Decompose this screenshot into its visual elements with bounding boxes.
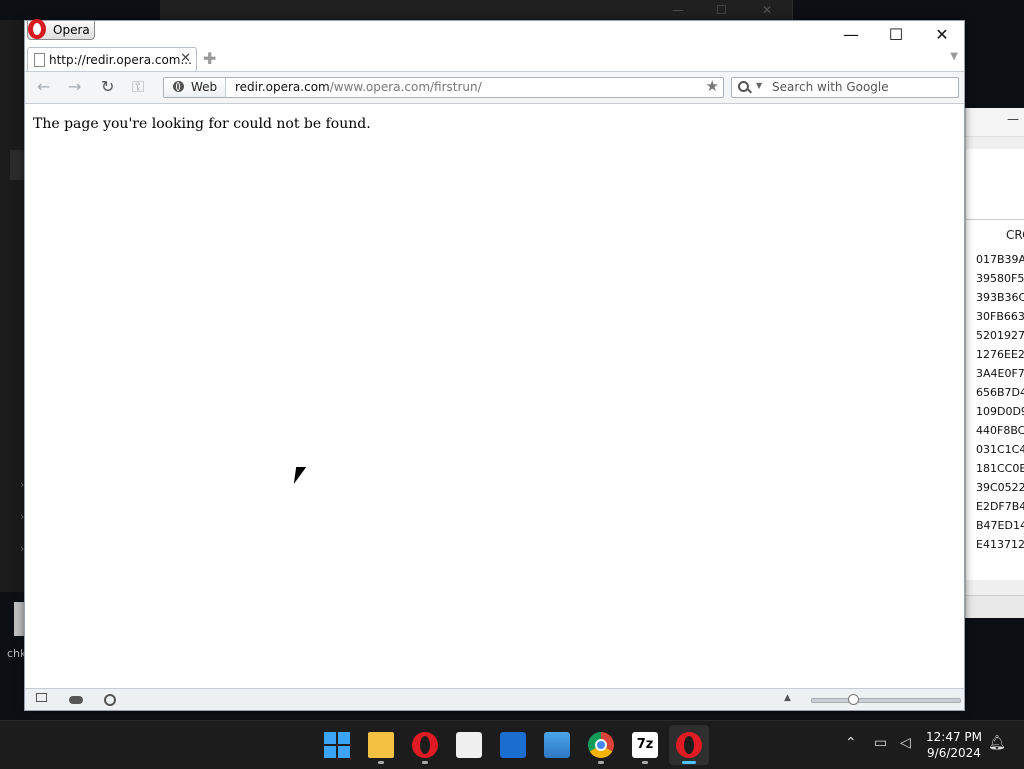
error-message: The page you're looking for could not be…	[33, 116, 371, 132]
browser-titlebar: Opera — ☐ ✕	[25, 19, 964, 47]
network-icon[interactable]: ▭	[874, 735, 887, 751]
crc-row[interactable]: 181CC0E1	[966, 459, 1024, 478]
opera-taskbar-icon[interactable]	[412, 732, 438, 758]
bg-minimize-icon: —	[672, 3, 684, 17]
crc-list: 017B39AA39580F56393B36C030FB66345201927B…	[966, 248, 1024, 580]
key-icon[interactable]: ⚿	[132, 78, 144, 96]
crc-row[interactable]: 3A4E0F7D	[966, 364, 1024, 383]
bg-crc-titlebar: —	[966, 108, 1024, 137]
bookmark-star-icon[interactable]: ★	[706, 77, 719, 95]
chevron-up-icon[interactable]: ⌃	[845, 735, 857, 751]
close-button[interactable]: ✕	[927, 25, 957, 45]
site-info-badge[interactable]: Web	[164, 78, 226, 97]
zoom-slider[interactable]	[811, 694, 961, 705]
chrome-icon[interactable]	[588, 732, 614, 758]
search-icon	[738, 81, 749, 92]
windows-logo-tile	[324, 746, 336, 758]
running-indicator	[598, 761, 604, 764]
zoom-options-icon[interactable]: ▲	[784, 693, 791, 703]
volume-muted-icon[interactable]: ◁	[900, 735, 911, 751]
running-indicator	[642, 761, 648, 764]
crc-row[interactable]: 656B7D46	[966, 383, 1024, 402]
running-indicator	[378, 761, 384, 764]
start-button-windows-icon[interactable]	[324, 732, 350, 758]
search-engine-dropdown-icon[interactable]: ▼	[756, 81, 762, 90]
bg-maximize-icon: ☐	[716, 3, 727, 17]
site-info-label: Web	[191, 80, 218, 94]
zoom-slider-thumb[interactable]	[848, 694, 860, 705]
photos-icon[interactable]	[544, 732, 570, 758]
windows-logo-tile	[324, 732, 336, 744]
forward-button[interactable]: →	[68, 78, 81, 96]
page-icon	[34, 53, 45, 67]
url-host: redir.opera.com	[235, 80, 330, 94]
active-indicator	[682, 761, 696, 764]
minimize-button[interactable]: —	[836, 25, 866, 45]
new-tab-icon[interactable]: ✚	[203, 49, 216, 68]
page-content: The page you're looking for could not be…	[25, 104, 964, 689]
opera-browser-window: Opera — ☐ ✕ http://redir.opera.com... ✕ …	[24, 19, 965, 711]
status-bar: ▲	[25, 688, 964, 710]
windows-logo-tile	[338, 746, 350, 758]
opera-logo-icon	[28, 19, 46, 39]
outlook-icon[interactable]	[500, 732, 526, 758]
turbo-speed-icon[interactable]	[104, 694, 116, 706]
tab-title: http://redir.opera.com...	[49, 53, 192, 67]
globe-icon	[173, 81, 184, 92]
background-left-panel: › › ›	[0, 20, 26, 592]
crc-row[interactable]: 393B36C0	[966, 288, 1024, 307]
crc-row[interactable]: 440F8BC0	[966, 421, 1024, 440]
7zip-icon[interactable]: 7z	[632, 732, 658, 758]
crc-row[interactable]: 30FB6634	[966, 307, 1024, 326]
bg-panel-bar	[10, 150, 25, 180]
tab-redir-opera[interactable]: http://redir.opera.com... ✕	[27, 47, 197, 71]
navigation-bar: ← → ↻ ⚿ Web redir.opera.com/www.opera.co…	[25, 72, 964, 104]
notification-bell-icon[interactable]: 🔔︎	[988, 735, 1006, 751]
crc-row[interactable]: 017B39AA	[966, 250, 1024, 269]
bg-crc-toolbar	[966, 149, 1024, 220]
crc-row[interactable]: E4137128	[966, 535, 1024, 554]
background-window-titlebar: — ☐ ✕	[160, 0, 793, 20]
crc-row[interactable]: 5201927B	[966, 326, 1024, 345]
file-explorer-icon[interactable]	[368, 732, 394, 758]
bg-close-icon: ✕	[762, 3, 773, 17]
crc-column-header[interactable]: CRC	[966, 220, 1024, 248]
windows-logo-tile	[338, 732, 350, 744]
system-clock[interactable]: 12:47 PM 9/6/2024	[918, 729, 990, 761]
panel-toggle-icon[interactable]	[36, 693, 47, 702]
crc-row[interactable]: E2DF7B43	[966, 497, 1024, 516]
opera-active-taskbar-icon[interactable]	[676, 732, 702, 758]
crc-row[interactable]: 39C05220	[966, 478, 1024, 497]
clock-date: 9/6/2024	[927, 746, 981, 760]
tab-close-icon[interactable]: ✕	[180, 51, 191, 66]
search-field[interactable]: ▼ Search with Google	[731, 77, 959, 98]
opera-menu-label: Opera	[53, 23, 90, 37]
clock-time: 12:47 PM	[926, 730, 982, 744]
taskbar: 7z ⌃ ▭ ◁ 12:47 PM 9/6/2024 🔔︎	[0, 720, 1024, 769]
url-text[interactable]: redir.opera.com/www.opera.com/firstrun/	[235, 80, 482, 94]
back-button[interactable]: ←	[37, 78, 50, 96]
opera-unite-cloud-icon[interactable]	[69, 696, 83, 704]
url-path: /www.opera.com/firstrun/	[329, 80, 482, 94]
crc-row[interactable]: B47ED145	[966, 516, 1024, 535]
tab-bar: http://redir.opera.com... ✕ ✚ ▼	[25, 47, 964, 72]
maximize-button[interactable]: ☐	[881, 25, 911, 45]
microsoft-store-icon[interactable]	[456, 732, 482, 758]
reload-button[interactable]: ↻	[101, 78, 114, 96]
crc-row[interactable]: 1276EE22	[966, 345, 1024, 364]
opera-menu-button[interactable]: Opera	[27, 19, 95, 40]
running-indicator	[422, 761, 428, 764]
crc-row[interactable]: 109D0D99	[966, 402, 1024, 421]
tab-menu-chevron-icon[interactable]: ▼	[950, 51, 958, 62]
bg-crc-statusbar	[966, 595, 1024, 618]
crc-row[interactable]: 39580F56	[966, 269, 1024, 288]
background-crc-window: — CRC 017B39AA39580F56393B36C030FB663452…	[965, 108, 1024, 618]
address-bar[interactable]: Web redir.opera.com/www.opera.com/firstr…	[163, 77, 724, 98]
crc-row[interactable]: 031C1C40	[966, 440, 1024, 459]
search-placeholder: Search with Google	[772, 80, 889, 94]
minimize-icon[interactable]: —	[1007, 112, 1019, 126]
